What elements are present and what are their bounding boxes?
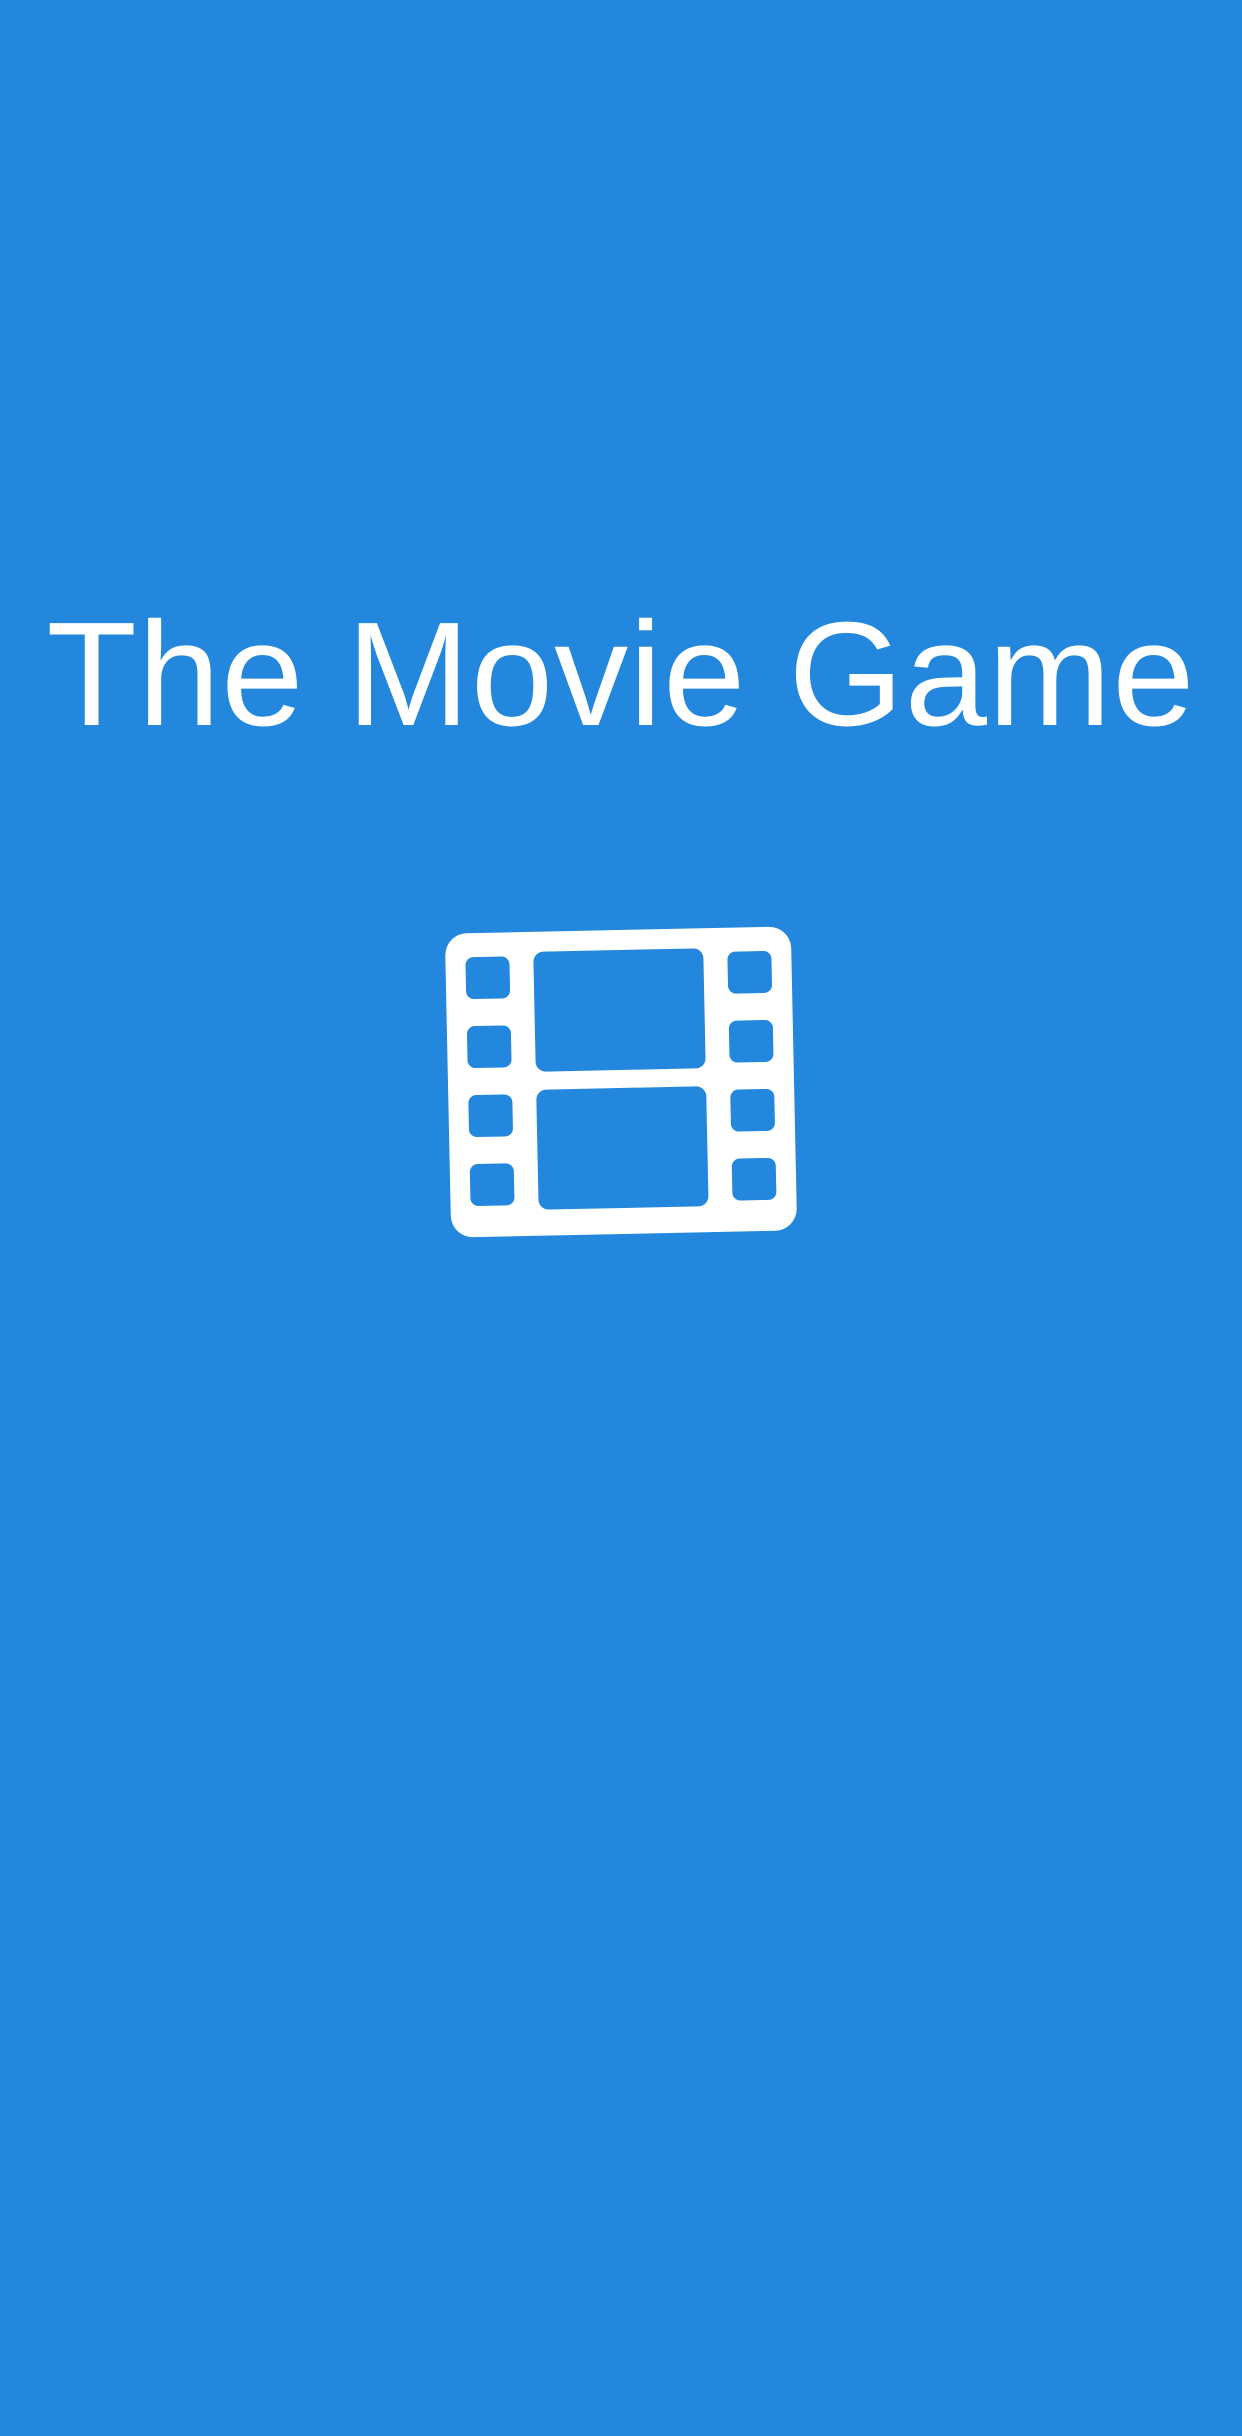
- app-title: The Movie Game: [46, 592, 1196, 757]
- splash-screen: The Movie Game: [0, 0, 1242, 2436]
- film-strip-icon: [444, 926, 798, 1238]
